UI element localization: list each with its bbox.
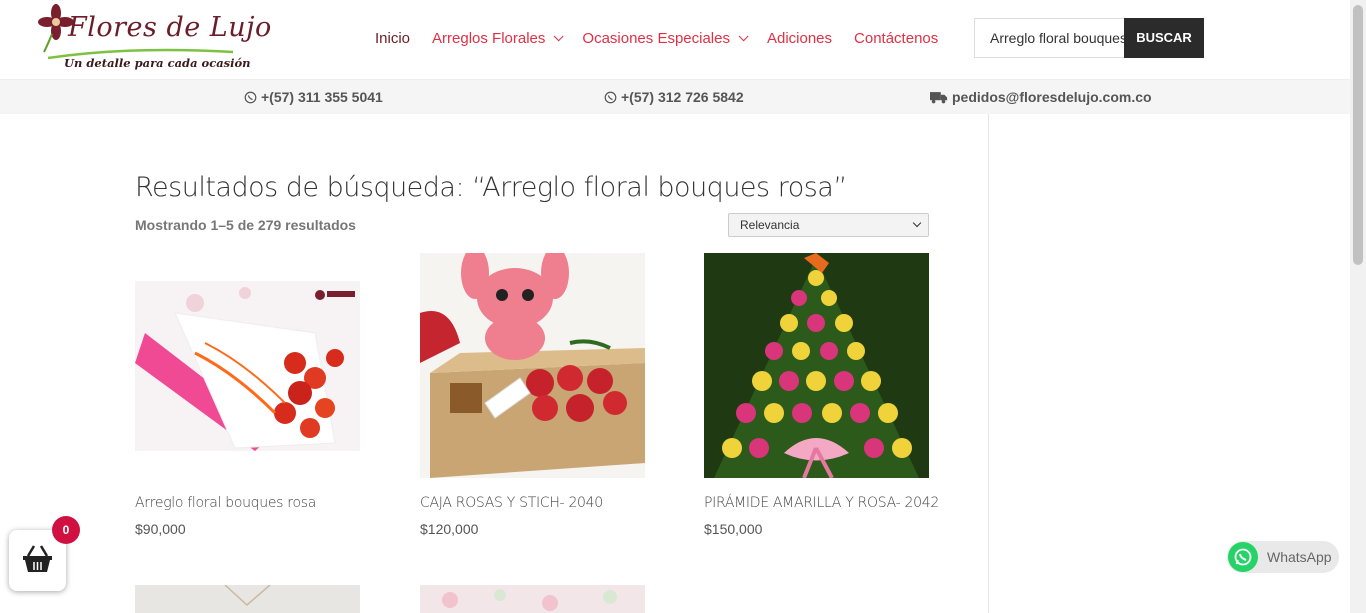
product-price: $120,000 xyxy=(420,521,479,537)
phone-number: +(57) 312 726 5842 xyxy=(621,89,744,105)
whatsapp-outline-icon xyxy=(604,91,617,103)
phone-number: +(57) 311 355 5041 xyxy=(261,89,383,105)
product-image[interactable] xyxy=(420,253,645,478)
product-name[interactable]: CAJA ROSAS Y STICH- 2040 xyxy=(420,495,603,511)
search-input[interactable]: Arreglo floral bouques rosa xyxy=(974,18,1125,58)
contact-bar: +(57) 311 355 5041 +(57) 312 726 5842 pe… xyxy=(0,80,1350,114)
search-button[interactable]: BUSCAR xyxy=(1124,18,1204,58)
truck-icon xyxy=(930,91,948,103)
chevron-down-icon xyxy=(554,31,564,42)
whatsapp-icon xyxy=(1228,542,1258,572)
page-scrollbar[interactable] xyxy=(1350,0,1366,613)
nav-item-inicio[interactable]: Inicio xyxy=(375,30,410,47)
orderby-selected-label: Relevancia xyxy=(740,218,800,232)
product-price: $150,000 xyxy=(704,521,763,537)
email-address: pedidos@floresdelujo.com.co xyxy=(952,89,1152,105)
product-image[interactable] xyxy=(420,585,645,613)
site-logo[interactable]: Flores de Lujo Un detalle para cada ocas… xyxy=(38,4,271,74)
email-link[interactable]: pedidos@floresdelujo.com.co xyxy=(930,89,1152,105)
main-nav: Inicio Arreglos Florales Ocasiones Espec… xyxy=(375,30,960,47)
chevron-down-icon xyxy=(912,218,922,228)
product-price: $90,000 xyxy=(135,521,186,537)
phone-link-1[interactable]: +(57) 311 355 5041 xyxy=(244,89,383,105)
product-card[interactable]: CAJA ROSAS Y STICH- 2040 $120,000 xyxy=(420,253,645,537)
phone-link-2[interactable]: +(57) 312 726 5842 xyxy=(604,89,744,105)
cart-count-badge: 0 xyxy=(52,516,80,544)
nav-item-label: Inicio xyxy=(375,30,411,47)
nav-item-arreglos-florales[interactable]: Arreglos Florales xyxy=(432,30,564,47)
result-count: Mostrando 1–5 de 279 resultados xyxy=(135,217,356,233)
product-name[interactable]: PIRÁMIDE AMARILLA Y ROSA- 2042 xyxy=(704,495,939,511)
sidebar-divider xyxy=(988,114,989,613)
nav-item-label: Arreglos Florales xyxy=(432,30,546,47)
nav-item-label: Contáctenos xyxy=(854,30,939,47)
product-card[interactable] xyxy=(420,585,645,613)
product-card[interactable] xyxy=(135,585,360,613)
product-image[interactable] xyxy=(704,253,929,478)
site-header: Flores de Lujo Un detalle para cada ocas… xyxy=(0,0,1350,80)
scrollbar-thumb[interactable] xyxy=(1353,5,1363,265)
nav-item-label: Ocasiones Especiales xyxy=(582,30,730,47)
whatsapp-outline-icon xyxy=(244,91,257,103)
product-image[interactable] xyxy=(135,585,360,613)
nav-item-label: Adiciones xyxy=(766,30,833,47)
product-name[interactable]: Arreglo floral bouques rosa xyxy=(135,495,316,511)
nav-item-ocasiones-especiales[interactable]: Ocasiones Especiales xyxy=(582,30,749,47)
product-image[interactable] xyxy=(135,253,360,478)
chevron-down-icon xyxy=(738,31,749,42)
logo-wordmark: Flores de Lujo xyxy=(68,12,272,43)
product-card[interactable]: Arreglo floral bouques rosa $90,000 xyxy=(135,253,360,537)
orderby-select[interactable]: Relevancia xyxy=(728,213,929,237)
whatsapp-chat-button[interactable]: WhatsApp xyxy=(1227,541,1339,573)
whatsapp-label: WhatsApp xyxy=(1267,549,1332,565)
page-title: Resultados de búsqueda: “Arreglo floral … xyxy=(135,172,847,203)
logo-tagline: Un detalle para cada ocasión xyxy=(64,56,251,70)
nav-item-contactenos[interactable]: Contáctenos xyxy=(854,30,938,47)
nav-item-adiciones[interactable]: Adiciones xyxy=(767,30,832,47)
product-card[interactable]: PIRÁMIDE AMARILLA Y ROSA- 2042 $150,000 xyxy=(704,253,939,537)
